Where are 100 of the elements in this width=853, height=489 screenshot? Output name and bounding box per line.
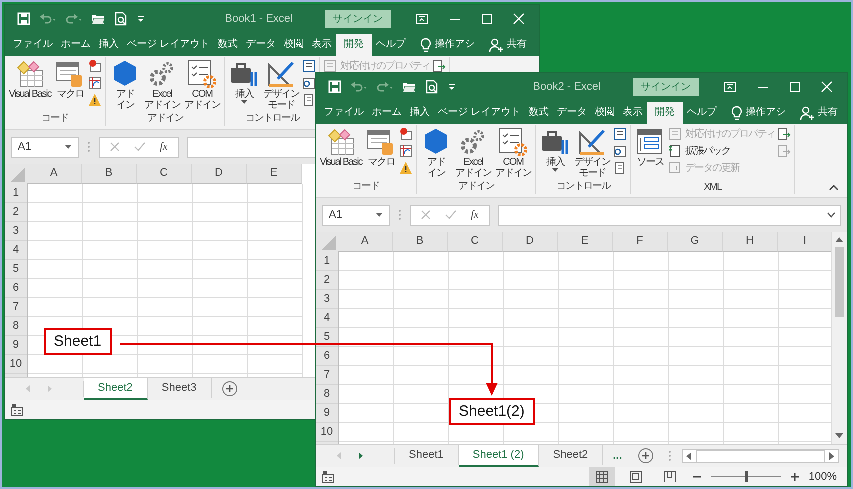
close-icon[interactable] xyxy=(513,12,525,24)
grip-dots-icon[interactable] xyxy=(668,450,672,462)
ribbon-tab[interactable]: ページ レイアウト xyxy=(434,102,525,124)
ribbon-tab[interactable]: 挿入 xyxy=(406,102,434,124)
column-header[interactable]: G xyxy=(668,232,723,252)
ribbon-button[interactable]: ソース xyxy=(634,127,666,168)
ribbon-tab[interactable]: データ xyxy=(552,102,591,124)
add-sheet-icon[interactable] xyxy=(638,448,654,464)
ribbon-tab[interactable]: 数式 xyxy=(214,34,242,56)
close-icon[interactable] xyxy=(821,80,833,92)
scroll-thumb[interactable] xyxy=(835,247,844,317)
ribbon-tab[interactable]: ヘルプ xyxy=(682,102,721,124)
document-icon[interactable] xyxy=(613,161,628,175)
column-header[interactable]: C xyxy=(448,232,503,252)
add-sheet-icon[interactable] xyxy=(222,381,238,397)
warning-icon[interactable] xyxy=(88,93,102,107)
document-icon[interactable] xyxy=(302,93,316,107)
ribbon-tab[interactable]: 操作アシ xyxy=(726,102,790,124)
row-header[interactable]: 9 xyxy=(316,404,338,423)
ribbon-tab[interactable]: データ xyxy=(242,34,280,56)
row-header[interactable]: 9 xyxy=(5,336,27,355)
ribbon-tab[interactable]: 表示 xyxy=(618,102,647,124)
magnifier-window-icon[interactable] xyxy=(302,76,316,90)
sheet-tab[interactable]: Sheet1 (2) xyxy=(458,445,540,467)
ribbon-button[interactable]: COM アドイン xyxy=(494,127,532,179)
macro-record-icon[interactable] xyxy=(322,470,335,482)
ribbon-tab[interactable]: 表示 xyxy=(308,34,336,56)
record-dot-icon[interactable] xyxy=(399,127,414,141)
ribbon-tab[interactable]: 共有 xyxy=(796,102,842,124)
ribbon-display-icon[interactable] xyxy=(415,12,429,24)
ribbon-tab[interactable]: ホーム xyxy=(368,102,406,124)
ribbon-tab[interactable]: 挿入 xyxy=(95,34,123,56)
insert-function-button[interactable]: fx xyxy=(471,209,479,221)
ribbon-button[interactable]: 挿入 xyxy=(228,59,260,104)
macro-record-icon[interactable] xyxy=(11,404,24,416)
row-header[interactable]: 1 xyxy=(5,184,27,203)
ribbon-button[interactable]: マクロ xyxy=(365,127,398,168)
grid-icon[interactable] xyxy=(399,144,414,158)
zoom-in-icon[interactable] xyxy=(790,472,799,480)
ribbon-button[interactable]: アド イン xyxy=(420,127,452,179)
ribbon-button[interactable]: Excel アドイン xyxy=(454,127,492,179)
column-header[interactable]: E xyxy=(247,164,302,184)
column-header[interactable]: C xyxy=(137,164,192,184)
formula-field[interactable] xyxy=(498,204,841,226)
column-header[interactable]: E xyxy=(558,232,613,252)
sheet-tab[interactable]: Sheet2 xyxy=(539,445,604,465)
ribbon-tab[interactable]: 開発 xyxy=(646,102,683,124)
ribbon-button[interactable]: アド イン xyxy=(109,59,142,111)
row-header[interactable]: 8 xyxy=(316,385,338,404)
ribbon-button[interactable]: COM アドイン xyxy=(183,59,222,111)
insert-function-button[interactable]: fx xyxy=(160,141,168,153)
column-header[interactable]: D xyxy=(192,164,247,184)
slider-thumb[interactable] xyxy=(744,471,748,482)
row-header[interactable]: 6 xyxy=(5,279,27,298)
scroll-right-icon[interactable] xyxy=(829,452,835,460)
column-header[interactable]: B xyxy=(82,164,137,184)
column-header[interactable]: D xyxy=(503,232,558,252)
ribbon-tab[interactable]: ヘルプ xyxy=(372,34,410,56)
expand-caret-icon[interactable] xyxy=(827,212,836,218)
row-header[interactable]: 5 xyxy=(316,328,338,347)
warning-icon[interactable] xyxy=(399,161,414,175)
cell-grid[interactable] xyxy=(28,184,303,377)
ribbon-tab[interactable]: 操作アシ xyxy=(416,34,479,56)
next-sheet-icon[interactable] xyxy=(358,452,364,460)
ribbon-button[interactable]: Visual Basic xyxy=(319,127,364,168)
print-preview-icon[interactable] xyxy=(114,12,128,26)
list-icon[interactable] xyxy=(613,127,628,141)
column-header[interactable]: A xyxy=(27,164,82,184)
row-header[interactable]: 5 xyxy=(5,260,27,279)
ribbon-button[interactable]: デザイン モード xyxy=(573,127,612,179)
ribbon-button[interactable]: 拡張パック xyxy=(668,144,776,158)
check-icon[interactable] xyxy=(134,142,146,152)
scroll-up-icon[interactable] xyxy=(835,237,844,243)
row-header[interactable]: 2 xyxy=(316,271,338,290)
horizontal-scrollbar[interactable] xyxy=(682,449,839,463)
row-header[interactable]: 10 xyxy=(5,355,27,374)
scroll-thumb[interactable] xyxy=(696,450,825,462)
ribbon-tab[interactable]: ファイル xyxy=(9,34,57,56)
column-header[interactable]: B xyxy=(393,232,448,252)
document-arrow-icon[interactable] xyxy=(777,127,792,141)
ribbon-button[interactable]: デザイン モード xyxy=(262,59,300,111)
row-header[interactable]: 10 xyxy=(316,423,338,442)
row-header[interactable]: 3 xyxy=(5,222,27,241)
row-header[interactable]: 2 xyxy=(5,203,27,222)
row-header[interactable]: 8 xyxy=(5,317,27,336)
ribbon-tab[interactable]: 開発 xyxy=(336,34,372,56)
column-header[interactable]: I xyxy=(778,232,831,252)
row-header[interactable]: 7 xyxy=(316,366,338,385)
maximize-icon[interactable] xyxy=(789,80,801,92)
row-header[interactable]: 6 xyxy=(316,347,338,366)
name-box[interactable]: A1 xyxy=(11,136,79,158)
ribbon-tab[interactable]: 数式 xyxy=(524,102,553,124)
print-preview-icon[interactable] xyxy=(425,80,439,94)
save-icon[interactable] xyxy=(328,80,342,94)
magnifier-window-icon[interactable] xyxy=(613,144,628,158)
cell-grid[interactable] xyxy=(339,252,831,444)
row-header[interactable]: 1 xyxy=(316,252,338,271)
grip-dots-icon[interactable] xyxy=(87,141,91,153)
collapse-caret-icon[interactable] xyxy=(829,185,839,191)
column-header[interactable]: H xyxy=(723,232,778,252)
